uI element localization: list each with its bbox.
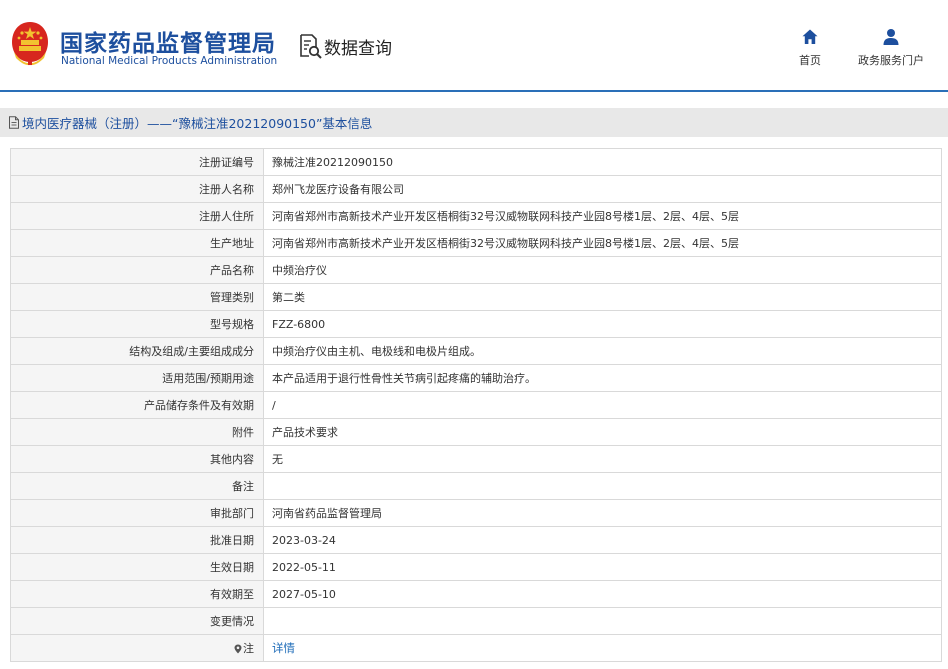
field-label: 其他内容 [10, 445, 264, 473]
field-label: 变更情况 [10, 607, 264, 635]
document-icon [9, 116, 19, 129]
field-label: 备注 [10, 472, 264, 500]
field-label: 批准日期 [10, 526, 264, 554]
header-divider [0, 90, 948, 92]
field-label: 注册证编号 [10, 148, 264, 176]
site-header: 国家药品监督管理局 National Medical Products Admi… [0, 0, 948, 90]
field-label: 注册人名称 [10, 175, 264, 203]
table-row: 备注 [10, 472, 942, 500]
field-label: 结构及组成/主要组成成分 [10, 337, 264, 365]
pin-icon [234, 644, 242, 654]
note-value-cell: 详情 [263, 634, 942, 662]
note-label-cell: 注 [10, 634, 264, 662]
field-value: 本产品适用于退行性骨性关节病引起疼痛的辅助治疗。 [263, 364, 942, 392]
field-label: 生产地址 [10, 229, 264, 257]
field-label: 附件 [10, 418, 264, 446]
table-row: 结构及组成/主要组成成分 中频治疗仪由主机、电极线和电极片组成。 [10, 337, 942, 365]
field-label: 型号规格 [10, 310, 264, 338]
table-row: 适用范围/预期用途 本产品适用于退行性骨性关节病引起疼痛的辅助治疗。 [10, 364, 942, 392]
field-value: 中频治疗仪 [263, 256, 942, 284]
data-query-link[interactable]: 数据查询 [298, 33, 392, 59]
document-search-icon [300, 34, 322, 59]
table-row: 注册人住所 河南省郑州市高新技术产业开发区梧桐街32号汉威物联网科技产业园8号楼1… [10, 202, 942, 230]
details-link[interactable]: 详情 [272, 641, 295, 655]
nav-gov-service-label: 政务服务门户 [858, 54, 924, 67]
national-emblem-icon [12, 22, 48, 66]
field-value: 2022-05-11 [263, 553, 942, 581]
detail-table-body: 注册证编号 豫械注准20212090150 注册人名称 郑州飞龙医疗设备有限公司 注册人… [10, 148, 942, 662]
table-row: 有效期至 2027-05-10 [10, 580, 942, 608]
field-value: 第二类 [263, 283, 942, 311]
nav-home[interactable]: 首页 [790, 28, 830, 68]
nav-gov-service-portal[interactable]: 政务服务门户 [848, 28, 934, 68]
brand-name-cn[interactable]: 国家药品监督管理局 [60, 24, 276, 58]
field-label: 适用范围/预期用途 [10, 364, 264, 392]
table-row: 审批部门 河南省药品监督管理局 [10, 499, 942, 527]
table-row: 型号规格 FZZ-6800 [10, 310, 942, 338]
field-value: 产品技术要求 [263, 418, 942, 446]
field-value [263, 607, 942, 635]
field-value: 河南省药品监督管理局 [263, 499, 942, 527]
field-value: 无 [263, 445, 942, 473]
breadcrumb-text: 境内医疗器械（注册）——“豫械注准20212090150”基本信息 [22, 116, 373, 131]
field-value: 2023-03-24 [263, 526, 942, 554]
field-label: 管理类别 [10, 283, 264, 311]
field-value: 郑州飞龙医疗设备有限公司 [263, 175, 942, 203]
registration-detail-table: 注册证编号 豫械注准20212090150 注册人名称 郑州飞龙医疗设备有限公司 注册人… [10, 148, 942, 662]
table-row: 变更情况 [10, 607, 942, 635]
field-label: 产品储存条件及有效期 [10, 391, 264, 419]
table-row: 附件 产品技术要求 [10, 418, 942, 446]
table-row: 产品名称 中频治疗仪 [10, 256, 942, 284]
field-value: / [263, 391, 942, 419]
field-label: 注册人住所 [10, 202, 264, 230]
field-value: 河南省郑州市高新技术产业开发区梧桐街32号汉威物联网科技产业园8号楼1层、2层、… [263, 229, 942, 257]
field-value: FZZ-6800 [263, 310, 942, 338]
field-label: 生效日期 [10, 553, 264, 581]
table-row: 批准日期 2023-03-24 [10, 526, 942, 554]
field-value: 河南省郑州市高新技术产业开发区梧桐街32号汉威物联网科技产业园8号楼1层、2层、… [263, 202, 942, 230]
table-row: 产品储存条件及有效期 / [10, 391, 942, 419]
data-query-label: 数据查询 [324, 38, 392, 59]
home-icon [802, 29, 818, 44]
field-value: 中频治疗仪由主机、电极线和电极片组成。 [263, 337, 942, 365]
field-label: 产品名称 [10, 256, 264, 284]
breadcrumb: 境内医疗器械（注册）——“豫械注准20212090150”基本信息 [0, 108, 948, 137]
table-row: 其他内容无 [10, 445, 942, 473]
brand-name-en[interactable]: National Medical Products Administration [61, 55, 277, 67]
field-value [263, 472, 942, 500]
user-icon [883, 29, 899, 45]
table-row: 注册证编号 豫械注准20212090150 [10, 148, 942, 176]
note-label: 注 [243, 642, 254, 655]
table-row: 生效日期 2022-05-11 [10, 553, 942, 581]
field-value: 豫械注准20212090150 [263, 148, 942, 176]
table-row: 生产地址 河南省郑州市高新技术产业开发区梧桐街32号汉威物联网科技产业园8号楼1层… [10, 229, 942, 257]
field-value: 2027-05-10 [263, 580, 942, 608]
table-row: 注册人名称 郑州飞龙医疗设备有限公司 [10, 175, 942, 203]
field-label: 审批部门 [10, 499, 264, 527]
field-label: 有效期至 [10, 580, 264, 608]
nav-home-label: 首页 [799, 54, 821, 67]
table-row-note: 注 详情 [10, 634, 942, 662]
table-row: 管理类别 第二类 [10, 283, 942, 311]
